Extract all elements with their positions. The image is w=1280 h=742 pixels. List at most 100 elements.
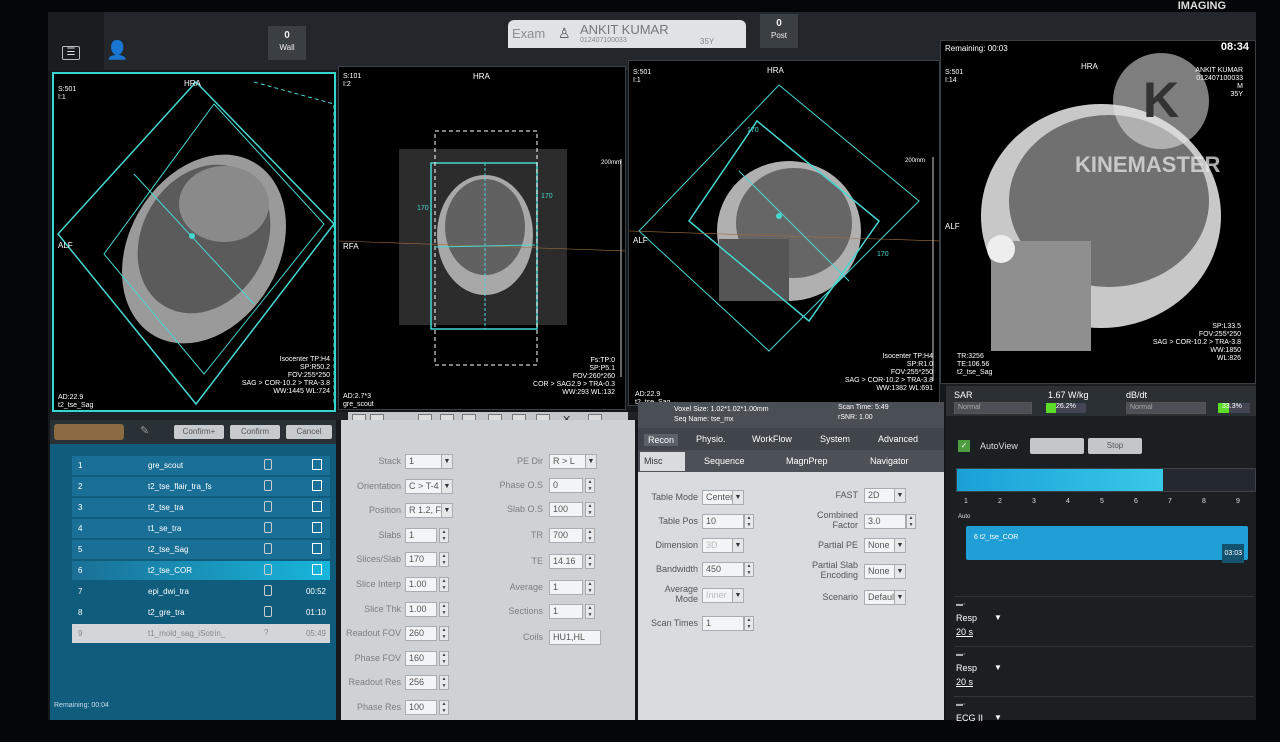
stepper-icon[interactable]: ▲ ▼ xyxy=(744,616,754,631)
orientation-field[interactable]: C > T-4 ▼ xyxy=(405,478,453,494)
stop-button[interactable]: Stop xyxy=(1088,438,1142,454)
viewport-4[interactable]: Remaining: 00:03 08:34 S:501 I:14 HRA AL… xyxy=(940,40,1256,384)
slab-os-field[interactable]: 100 xyxy=(549,502,583,517)
viewport-1[interactable]: S:501 I:1 HRA ALF Isocenter TP:H4 SP:R50… xyxy=(52,72,336,412)
partial-slab-field[interactable]: None ▼ xyxy=(864,564,906,579)
average-mode-field[interactable]: Inner ▼ xyxy=(702,588,744,603)
readout-res-field[interactable]: 256 xyxy=(405,675,437,691)
physio-item[interactable]: ▬◦ ECG II ▼ xyxy=(954,696,1254,742)
status-checkbox[interactable] xyxy=(312,564,322,575)
protocol-row[interactable]: 9 t1_mold_sag_iSotrin_? 05:49 xyxy=(72,624,330,643)
status-checkbox[interactable] xyxy=(312,459,322,470)
recon-parameters: Recon Physio. WorkFlow System Advanced M… xyxy=(638,428,944,720)
protocol-row[interactable]: 5 t2_tse_Sag xyxy=(72,540,330,559)
stepper-icon[interactable]: ▲ ▼ xyxy=(744,562,754,577)
stepper-icon[interactable]: ▲ ▼ xyxy=(439,700,449,715)
slice-thk-field[interactable]: 1.00 xyxy=(405,601,437,617)
table-mode-field[interactable]: Center ▼ xyxy=(702,490,744,505)
stepper-icon[interactable]: ▲ ▼ xyxy=(439,577,449,592)
confirm-button[interactable]: Confirm xyxy=(230,425,280,439)
protocol-row[interactable]: 7 epi_dwi_tra 00:52 xyxy=(72,582,330,601)
tab-recon[interactable]: Recon xyxy=(644,434,679,446)
phase-os-field[interactable]: 0 xyxy=(549,478,583,493)
subtab-sequence[interactable]: Sequence xyxy=(704,456,745,466)
add-patient-icon[interactable]: 👤 xyxy=(106,40,128,61)
viewport-2[interactable]: S:101 I:2 HRA RFA 200mm 170 170 Fs:TP:0 … xyxy=(338,66,626,410)
sar-mode-select[interactable]: Normal xyxy=(954,402,1032,414)
phase-res-field[interactable]: 100 xyxy=(405,700,437,715)
position-field[interactable]: R 1.2, F ▼ xyxy=(405,503,453,519)
stack-field[interactable]: 1 ▼ xyxy=(405,454,453,469)
pe-dir-field[interactable]: R > L ▼ xyxy=(549,454,597,469)
average-field[interactable]: 1 xyxy=(549,580,583,595)
scenario-field[interactable]: Default ▼ xyxy=(864,590,906,605)
cancel-button[interactable]: Cancel xyxy=(286,425,332,439)
tab-system[interactable]: System xyxy=(820,434,850,444)
sections-field[interactable]: 1 xyxy=(549,604,583,619)
viewport-3[interactable]: S:501 I:1 HRA ALF 200mm 170 170 Isocente… xyxy=(628,60,940,406)
te-field[interactable]: 14.16 xyxy=(549,554,583,569)
slabs-field[interactable]: 1 xyxy=(405,527,437,543)
active-sequence[interactable]: 6 t2_tse_COR 03:03 xyxy=(966,526,1248,563)
stepper-icon[interactable]: ▲ ▼ xyxy=(906,514,916,529)
combined-factor-field[interactable]: 3.0 xyxy=(864,514,906,529)
subtab-magnprep[interactable]: MagnPrep xyxy=(786,456,828,466)
tab-workflow[interactable]: WorkFlow xyxy=(752,434,792,444)
protocol-row[interactable]: 1 gre_scout xyxy=(72,456,330,475)
stepper-icon[interactable]: ▲ ▼ xyxy=(439,552,449,568)
stepper-icon[interactable]: ▲ ▼ xyxy=(585,502,595,517)
stepper-icon[interactable]: ▲ ▼ xyxy=(744,514,754,529)
confirm-plus-button[interactable]: Confirm+ xyxy=(174,425,224,439)
readout-fov-field[interactable]: 260 xyxy=(405,626,437,642)
autoview-checkbox[interactable]: ✓ xyxy=(958,440,970,452)
slice-interp-field[interactable]: 1.00 xyxy=(405,577,437,592)
blank-button[interactable] xyxy=(1030,438,1084,454)
stepper-icon[interactable]: ▲ ▼ xyxy=(585,478,595,493)
post-counter[interactable]: 0 Post xyxy=(760,14,798,48)
status-checkbox[interactable] xyxy=(312,480,322,491)
protocol-row[interactable]: 4 t1_se_tra xyxy=(72,519,330,538)
partial-pe-field[interactable]: None ▼ xyxy=(864,538,906,553)
dimension-field[interactable]: 3D ▼ xyxy=(702,538,744,553)
patient-tab[interactable]: Exam ♙ ANKIT KUMAR 012407100033 35Y xyxy=(508,20,746,48)
subtab-misc[interactable]: Misc xyxy=(640,452,685,471)
scan-times-field[interactable]: 1 xyxy=(702,616,744,631)
stepper-icon[interactable]: ▲ ▼ xyxy=(439,675,449,691)
fast-field[interactable]: 2D ▼ xyxy=(864,488,906,503)
protocol-row[interactable]: 8 t2_gre_tra 01:10 xyxy=(72,603,330,622)
series-info-4: S:501 I:14 xyxy=(945,69,964,84)
wall-counter[interactable]: 0 Wall xyxy=(268,26,306,60)
status-checkbox[interactable] xyxy=(312,522,322,533)
subtab-navigator[interactable]: Navigator xyxy=(870,456,909,466)
protocol-row[interactable]: 2 t2_tse_flair_tra_fs xyxy=(72,477,330,496)
stepper-icon[interactable]: ▲ ▼ xyxy=(585,580,595,595)
stepper-icon[interactable]: ▲ ▼ xyxy=(585,604,595,619)
tab-advanced[interactable]: Advanced xyxy=(878,434,918,444)
tab-physio[interactable]: Physio. xyxy=(696,434,726,444)
slices-slab-field[interactable]: 170 xyxy=(405,552,437,568)
stepper-icon[interactable]: ▲ ▼ xyxy=(585,528,595,543)
stepper-icon[interactable]: ▲ ▼ xyxy=(439,527,449,543)
protocol-row[interactable]: 6 t2_tse_COR xyxy=(72,561,330,580)
protocol-row[interactable]: 3 t2_tse_tra xyxy=(72,498,330,517)
table-pos-field[interactable]: 10 xyxy=(702,514,744,529)
stepper-icon[interactable]: ▲ ▼ xyxy=(439,626,449,642)
tr-field[interactable]: 700 xyxy=(549,528,583,543)
slice-thk-label: Slice Thk xyxy=(364,603,401,614)
edit-icon[interactable]: ✎ xyxy=(140,424,149,437)
stepper-icon[interactable]: ▲ ▼ xyxy=(439,650,449,666)
coils-field[interactable]: HU1,HL xyxy=(549,630,601,645)
status-checkbox[interactable] xyxy=(312,543,322,554)
chevron-down-icon: ▼ xyxy=(732,539,743,552)
dbdt-mode-select[interactable]: Normal xyxy=(1126,402,1206,414)
bandwidth-field[interactable]: 450 xyxy=(702,562,744,577)
status-checkbox[interactable] xyxy=(312,501,322,512)
stepper-icon[interactable]: ▲ ▼ xyxy=(585,554,595,569)
stepper-icon[interactable]: ▲ ▼ xyxy=(439,601,449,617)
phase-fov-field[interactable]: 160 xyxy=(405,650,437,666)
physio-item[interactable]: ▬◦ Resp ▼ 20 s xyxy=(954,596,1254,642)
protocol-row-number: 6 xyxy=(78,566,83,575)
protocol-row-time: 00:52 xyxy=(305,587,326,596)
menu-icon[interactable]: ☰ xyxy=(62,46,80,60)
physio-item[interactable]: ▬◦ Resp ▼ 20 s xyxy=(954,646,1254,692)
